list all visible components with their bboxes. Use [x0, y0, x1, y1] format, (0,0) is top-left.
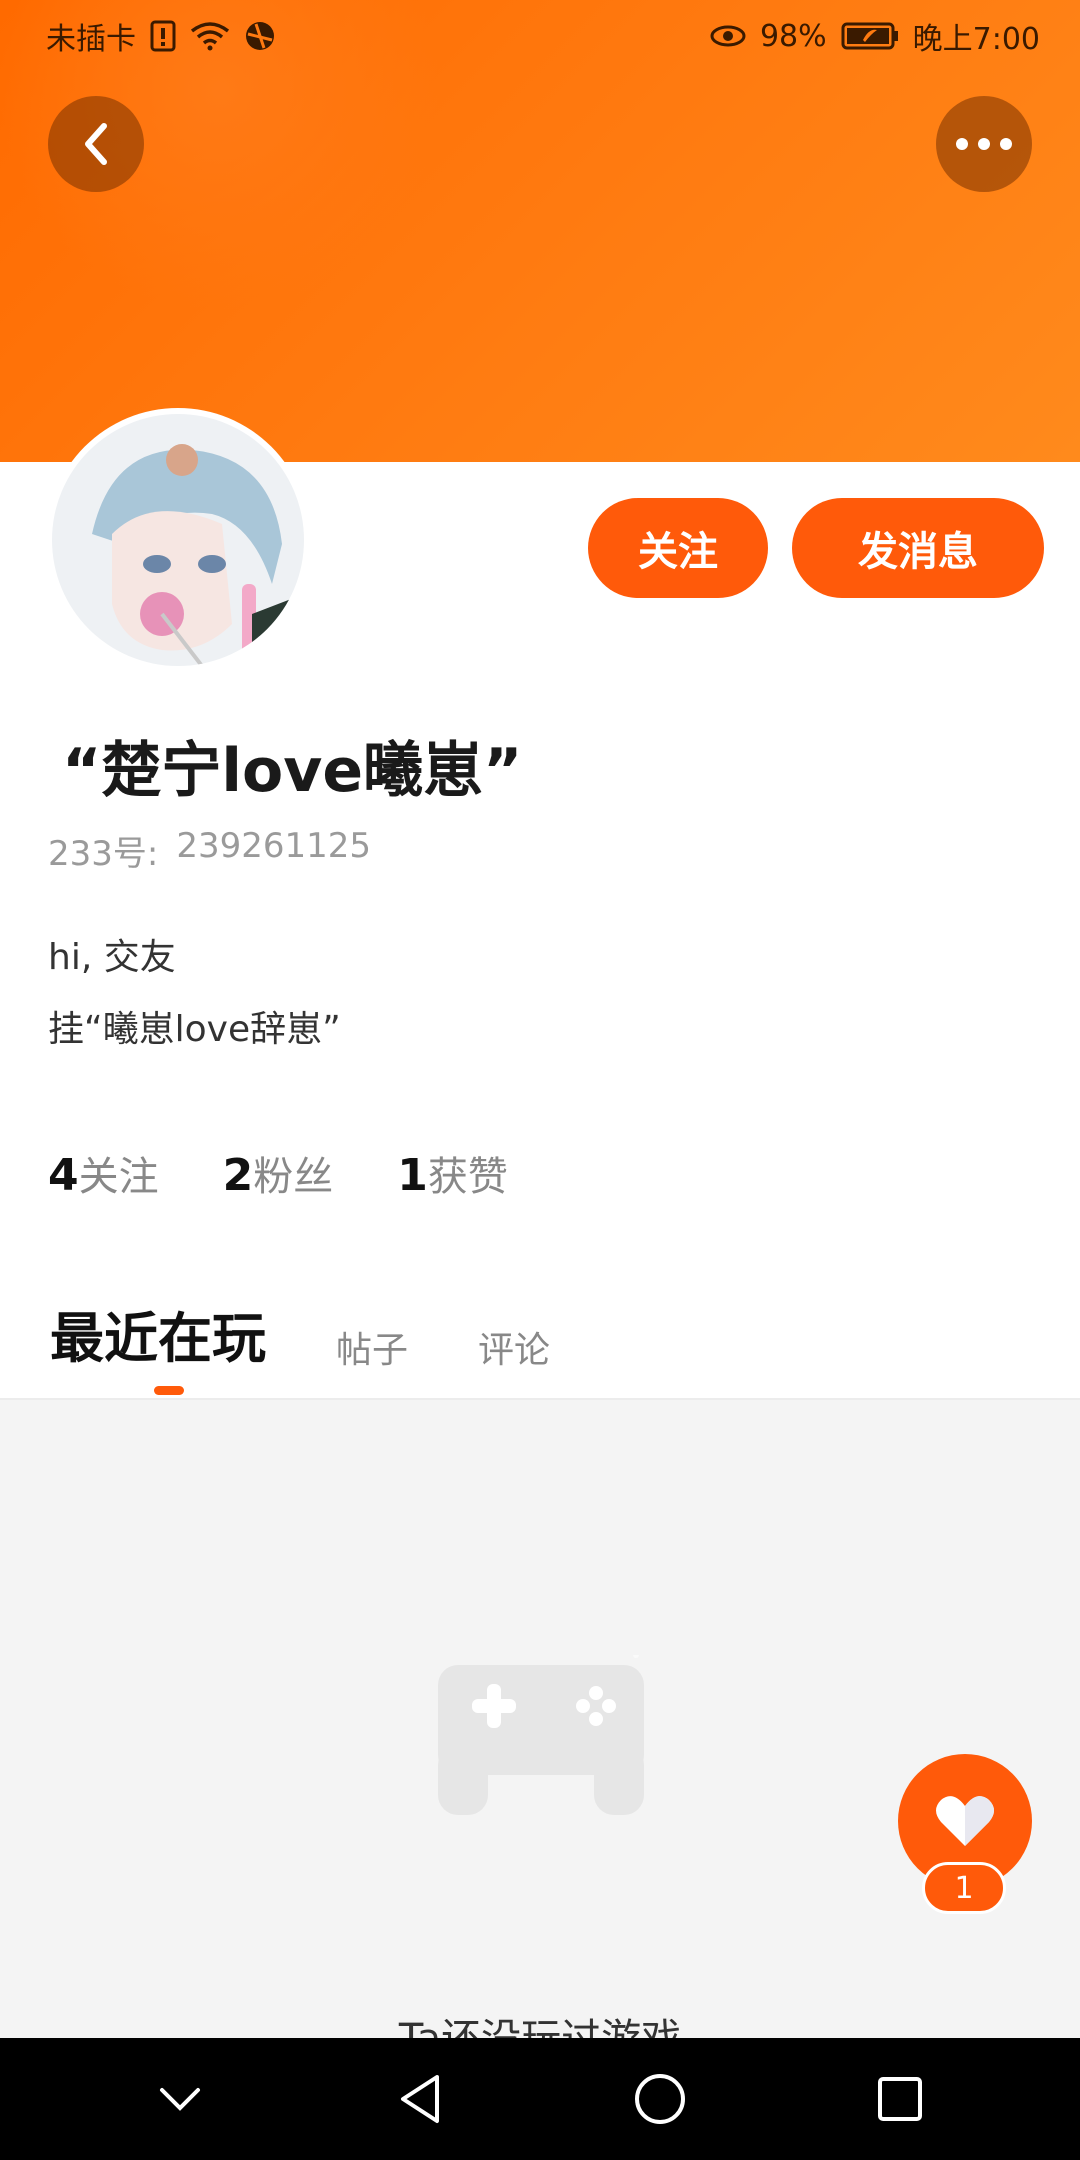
eye-comfort-icon — [710, 23, 746, 49]
username: “楚宁love曦崽” — [62, 736, 523, 806]
battery-percent: 98% — [759, 18, 827, 54]
triangle-back-icon — [401, 2075, 439, 2123]
back-button[interactable] — [48, 96, 144, 192]
heart-icon — [936, 1796, 994, 1846]
bio-line: hi, 交友 — [48, 937, 176, 978]
tab-comments[interactable]: 评论 — [478, 1321, 550, 1373]
like-count-badge: 1 — [922, 1862, 1006, 1914]
sim-alert-icon — [150, 20, 176, 52]
square-recents-icon — [878, 2077, 922, 2121]
stat-label: 粉丝 — [253, 1154, 334, 1200]
nav-recents-button[interactable] — [855, 2054, 945, 2144]
carrier-text: 未插卡 — [46, 22, 136, 57]
stat-label: 获赞 — [427, 1154, 508, 1200]
active-tab-indicator — [154, 1386, 184, 1395]
profile-stats: 4 关注 2 粉丝 1 获赞 — [48, 1144, 508, 1202]
follow-button[interactable]: 关注 — [588, 498, 768, 598]
user-id: 233号: 239261125 — [48, 826, 371, 875]
uid-value: 239261125 — [176, 826, 372, 866]
bio: hi, 交友 挂“曦崽love辞崽” — [48, 922, 341, 1066]
status-bar: 未插卡 98% 晚上7:00 — [0, 0, 1080, 72]
uid-label: 233号: — [48, 834, 159, 874]
send-message-button[interactable]: 发消息 — [792, 498, 1044, 598]
profile-header-banner: 未插卡 98% 晚上7:00 — [0, 0, 1080, 462]
more-options-button[interactable] — [936, 96, 1032, 192]
bio-line: 挂“曦崽love辞崽” — [48, 1009, 341, 1050]
stat-num: 4 — [48, 1150, 79, 1201]
battery-icon — [841, 22, 899, 50]
stat-following[interactable]: 4 关注 — [48, 1144, 159, 1202]
stat-followers[interactable]: 2 粉丝 — [223, 1144, 334, 1202]
stat-label: 关注 — [78, 1154, 159, 1200]
system-navigation-bar — [0, 2038, 1080, 2160]
nav-home-button[interactable] — [615, 2054, 705, 2144]
avatar[interactable] — [52, 414, 304, 666]
profile-tabs: 最近在玩 帖子 评论 — [50, 1294, 620, 1373]
nav-back-button[interactable] — [375, 2054, 465, 2144]
stat-likes: 1 获赞 — [397, 1144, 508, 1202]
stat-num: 2 — [222, 1150, 254, 1201]
tab-posts[interactable]: 帖子 — [336, 1321, 408, 1373]
circle-home-icon — [635, 2074, 685, 2124]
nav-hide-button[interactable] — [135, 2054, 225, 2144]
chevron-down-icon — [160, 2088, 200, 2111]
stat-num: 1 — [397, 1150, 428, 1201]
clock-time: 晚上7:00 — [912, 22, 1040, 57]
vpn-globe-icon — [244, 20, 276, 52]
chevron-left-icon — [85, 123, 107, 165]
wifi-icon — [190, 21, 230, 51]
gamepad-icon — [436, 1652, 646, 1819]
tab-recently-played[interactable]: 最近在玩 — [50, 1294, 266, 1373]
more-horizontal-icon — [956, 138, 1012, 150]
